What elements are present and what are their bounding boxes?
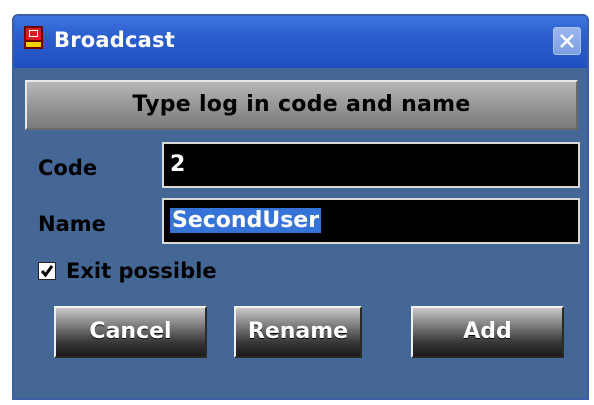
instruction-banner: Type log in code and name bbox=[25, 80, 578, 130]
code-input[interactable]: 2 bbox=[162, 142, 580, 188]
code-value: 2 bbox=[170, 152, 186, 177]
cancel-button[interactable]: Cancel bbox=[54, 306, 207, 358]
rename-button[interactable]: Rename bbox=[234, 306, 362, 358]
broadcast-dialog: Broadcast Type log in code and name Code… bbox=[12, 14, 589, 400]
exit-possible-row[interactable]: Exit possible bbox=[38, 258, 217, 284]
code-label: Code bbox=[38, 156, 98, 180]
exit-possible-label: Exit possible bbox=[66, 259, 217, 283]
app-icon bbox=[24, 26, 43, 49]
name-value: SecondUser bbox=[170, 208, 322, 233]
name-label: Name bbox=[38, 212, 106, 236]
checkmark-icon bbox=[40, 265, 54, 278]
add-button[interactable]: Add bbox=[411, 306, 564, 358]
exit-possible-checkbox[interactable] bbox=[38, 262, 56, 280]
close-button[interactable] bbox=[553, 27, 581, 55]
window-title: Broadcast bbox=[54, 28, 175, 52]
name-input[interactable]: SecondUser bbox=[162, 198, 580, 244]
title-bar[interactable]: Broadcast bbox=[14, 16, 587, 68]
close-icon bbox=[560, 34, 574, 48]
